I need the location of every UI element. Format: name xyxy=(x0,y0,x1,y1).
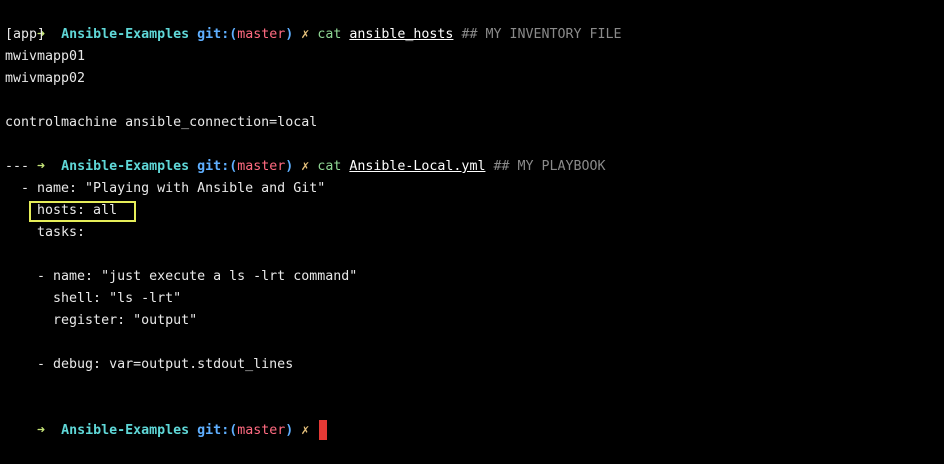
command-name: cat xyxy=(317,159,342,174)
highlight-box xyxy=(29,201,136,222)
output-line: - name: "Playing with Ansible and Git" xyxy=(5,181,326,196)
prompt-line-current[interactable]: ➜ Ansible-Examples git:(master) ✗ xyxy=(5,398,328,440)
terminal-window[interactable]: ➜ Ansible-Examples git:(master) ✗ cat an… xyxy=(0,0,944,440)
git-close: ) xyxy=(285,423,294,438)
dirty-mark-icon: ✗ xyxy=(301,423,310,438)
output-line: mwivmapp02 xyxy=(5,71,86,86)
prompt-directory: Ansible-Examples xyxy=(61,159,190,174)
command-file: Ansible-Local.yml xyxy=(349,159,486,174)
git-branch: master xyxy=(237,423,286,438)
dirty-mark-icon: ✗ xyxy=(301,27,310,42)
command-file: ansible_hosts xyxy=(349,27,454,42)
git-branch: master xyxy=(237,27,286,42)
output-line: [app] xyxy=(5,27,46,42)
dirty-mark-icon: ✗ xyxy=(301,159,310,174)
command-comment: ## MY PLAYBOOK xyxy=(493,159,606,174)
git-label: git:( xyxy=(197,423,238,438)
prompt-line-1: ➜ Ansible-Examples git:(master) ✗ cat an… xyxy=(5,2,622,42)
output-line: controlmachine ansible_connection=local xyxy=(5,115,318,130)
output-line: - debug: var=output.stdout_lines xyxy=(5,357,294,372)
output-line: tasks: xyxy=(5,225,86,240)
prompt-line-2: ➜ Ansible-Examples git:(master) ✗ cat An… xyxy=(5,134,606,174)
prompt-arrow-icon: ➜ xyxy=(37,423,46,438)
command-name: cat xyxy=(317,27,342,42)
output-line: --- xyxy=(5,159,30,174)
output-line: register: "output" xyxy=(5,313,198,328)
output-line: - name: "just execute a ls -lrt command" xyxy=(5,269,358,284)
prompt-arrow-icon: ➜ xyxy=(37,159,46,174)
prompt-directory: Ansible-Examples xyxy=(61,423,190,438)
output-line: mwivmapp01 xyxy=(5,49,86,64)
git-label: git:( xyxy=(197,27,238,42)
git-branch: master xyxy=(237,159,286,174)
prompt-directory: Ansible-Examples xyxy=(61,27,190,42)
git-close: ) xyxy=(285,27,294,42)
text-cursor[interactable] xyxy=(319,420,328,440)
git-label: git:( xyxy=(197,159,238,174)
output-line: shell: "ls -lrt" xyxy=(5,291,182,306)
command-comment: ## MY INVENTORY FILE xyxy=(461,27,622,42)
git-close: ) xyxy=(285,159,294,174)
